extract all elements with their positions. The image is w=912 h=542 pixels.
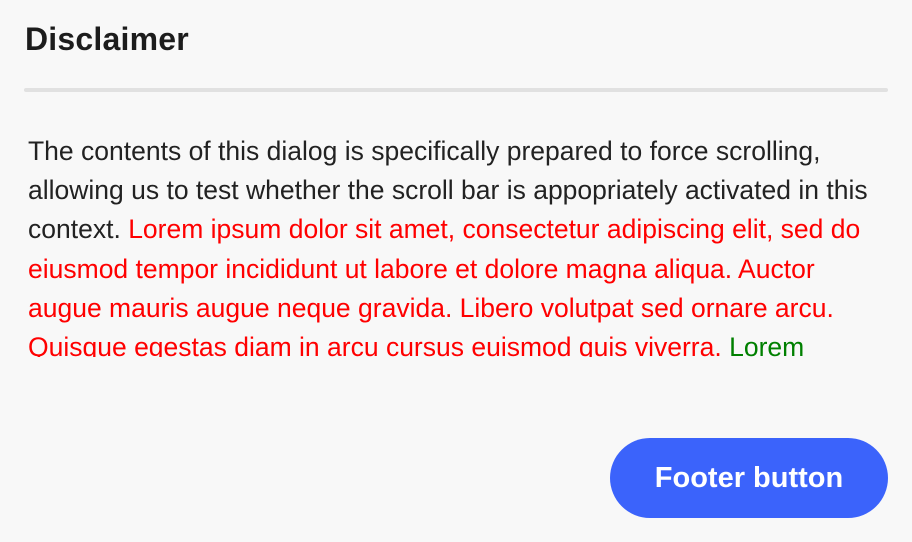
dialog-title: Disclaimer [25,21,189,57]
dialog: Disclaimer The contents of this dialog i… [0,0,912,542]
footer-button[interactable]: Footer button [610,438,888,518]
dialog-content-scroll-area[interactable]: The contents of this dialog is specifica… [28,132,890,357]
title-divider [24,88,888,92]
lorem-green-text: Lorem [729,332,805,357]
dialog-body-text: The contents of this dialog is specifica… [28,132,890,357]
